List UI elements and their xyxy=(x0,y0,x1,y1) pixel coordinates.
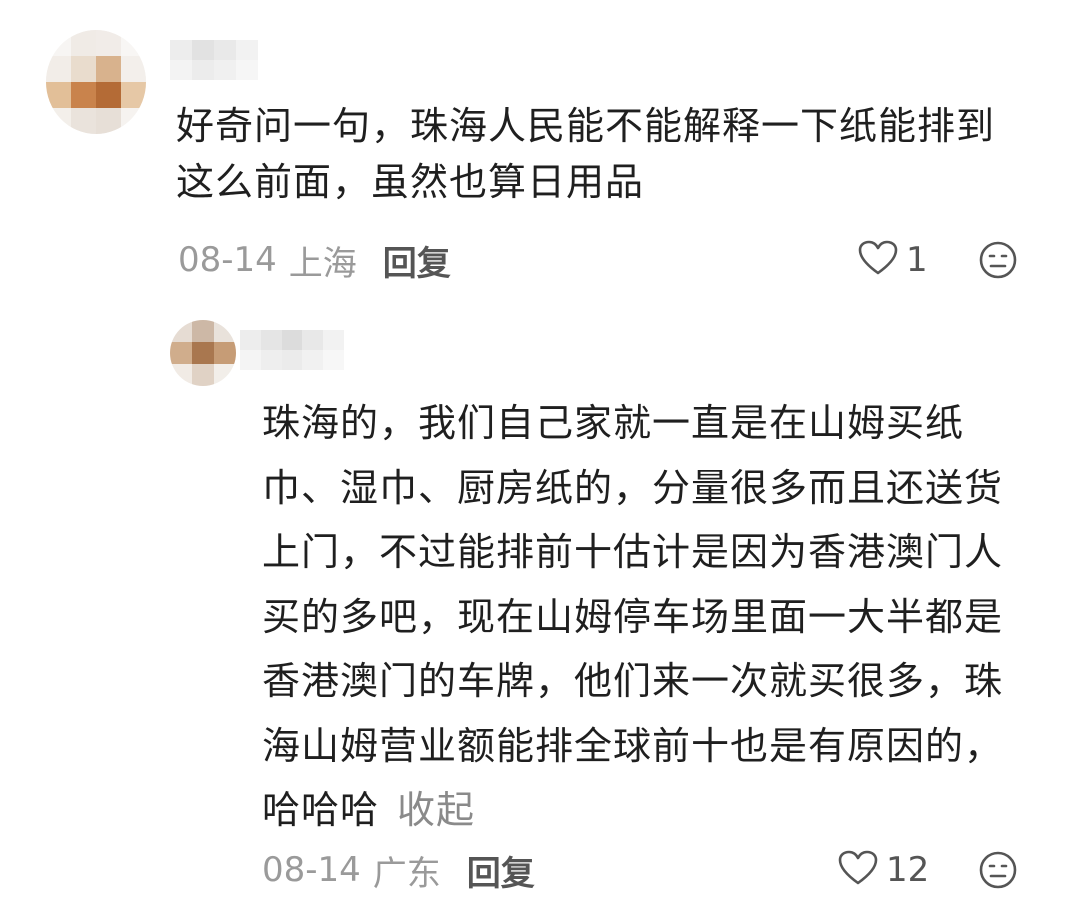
neutral-face-icon[interactable] xyxy=(978,240,1018,284)
reply-meta: 08-14 广东 回复 xyxy=(262,846,535,894)
reply-text-line: 上门，不过能排前十估计是因为香港澳门人 xyxy=(262,530,1004,574)
like-count: 1 xyxy=(906,240,928,280)
username[interactable] xyxy=(170,40,258,80)
reply-text-line: 买的多吧，现在山姆停车场里面一大半都是 xyxy=(262,594,1004,639)
reply-text: 珠海的，我们自己家就一直是在山姆买纸 巾、湿巾、厨房纸的，分量很多而且还送货 上… xyxy=(262,391,1003,843)
reply-text-line: 哈哈哈 xyxy=(262,788,380,832)
like-button[interactable]: 1 xyxy=(858,236,928,284)
reply-date: 08-14 xyxy=(262,850,361,890)
comment-text-line: 好奇问一句，珠海人民能不能解释一下纸能排到 xyxy=(176,104,996,148)
heart-outline-icon xyxy=(838,850,878,890)
reply-text-line: 香港澳门的车牌，他们来一次就买很多，珠 xyxy=(262,659,1004,703)
reply-text-line: 巾、湿巾、厨房纸的，分量很多而且还送货 xyxy=(262,465,1004,510)
comment-date: 08-14 xyxy=(178,240,277,280)
comment-text: 好奇问一句，珠海人民能不能解释一下纸能排到 这么前面，虽然也算日用品 xyxy=(176,98,995,210)
reply-text-line: 海山姆营业额能排全球前十也是有原因的， xyxy=(262,723,1004,768)
reply-text-line: 珠海的，我们自己家就一直是在山姆买纸 xyxy=(262,401,965,445)
reply-location: 广东 xyxy=(372,853,441,894)
reply-username[interactable] xyxy=(240,330,344,370)
avatar[interactable] xyxy=(46,30,146,134)
like-button[interactable]: 12 xyxy=(838,846,929,894)
reply-avatar[interactable] xyxy=(170,320,236,386)
neutral-face-icon[interactable] xyxy=(978,850,1018,894)
collapse-link[interactable]: 收起 xyxy=(397,788,475,832)
like-count: 12 xyxy=(886,850,930,890)
comment-location: 上海 xyxy=(288,243,357,284)
comment-text-line: 这么前面，虽然也算日用品 xyxy=(176,160,645,204)
heart-outline-icon xyxy=(858,240,898,280)
reply-button[interactable]: 回复 xyxy=(383,236,451,285)
comment-meta: 08-14 上海 回复 xyxy=(178,236,451,284)
reply-button[interactable]: 回复 xyxy=(467,846,535,895)
